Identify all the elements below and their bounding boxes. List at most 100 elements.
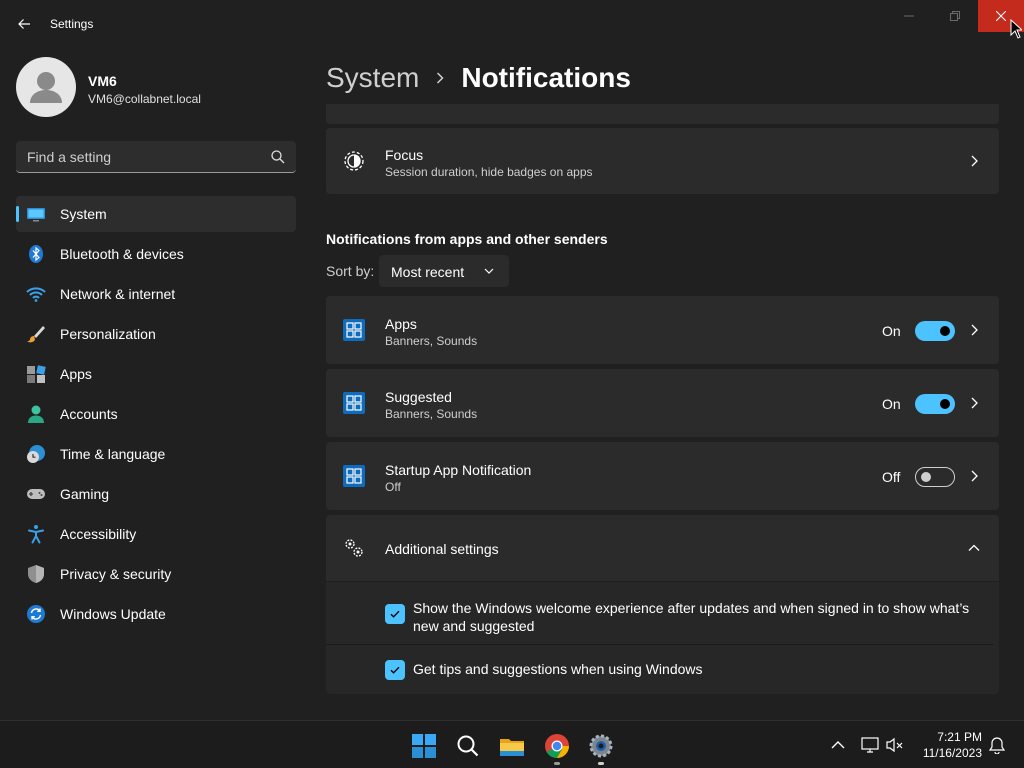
sidebar-item-label: Apps (60, 366, 92, 382)
focus-icon (344, 151, 364, 171)
sort-by-dropdown[interactable]: Most recent (379, 255, 509, 287)
sender-row-apps[interactable]: Apps Banners, Sounds On (326, 296, 999, 364)
sidebar-item-system[interactable]: System (16, 196, 296, 232)
running-indicator (554, 762, 560, 765)
person-avatar-icon (30, 72, 62, 103)
taskbar: 7:21 PM 11/16/2023 (0, 720, 1024, 768)
network-icon[interactable] (861, 736, 879, 754)
search-icon[interactable] (455, 733, 481, 759)
sidebar-item-privacy[interactable]: Privacy & security (16, 556, 296, 592)
user-email: VM6@collabnet.local (88, 92, 201, 106)
toggle-state-label: Off (882, 469, 901, 485)
focus-card[interactable]: Focus Session duration, hide badges on a… (326, 128, 999, 194)
suggested-toggle[interactable] (915, 394, 955, 414)
app-tile-icon (343, 392, 365, 414)
sidebar-item-accessibility[interactable]: Accessibility (16, 516, 296, 552)
welcome-experience-checkbox[interactable] (385, 604, 405, 624)
checkmark-icon (390, 666, 400, 674)
notification-bell-icon[interactable] (988, 736, 1006, 754)
welcome-experience-label: Show the Windows welcome experience afte… (413, 600, 970, 634)
toggle-knob (921, 472, 931, 482)
avatar[interactable] (16, 57, 76, 117)
sidebar-item-accounts[interactable]: Accounts (16, 396, 296, 432)
sidebar-item-label: Windows Update (60, 606, 166, 622)
globe-clock-icon (27, 445, 45, 463)
sidebar-item-label: Network & internet (60, 286, 176, 302)
search-box[interactable] (16, 141, 296, 173)
chrome-icon[interactable] (544, 733, 570, 759)
sidebar-item-personalization[interactable]: Personalization (16, 316, 296, 352)
volume-muted-icon[interactable] (886, 736, 904, 754)
search-input[interactable] (16, 141, 266, 172)
page-title: Notifications (461, 62, 631, 93)
brush-icon (27, 326, 45, 343)
chevron-right-icon (437, 72, 444, 84)
breadcrumb: System Notifications (326, 58, 631, 98)
system-icon (27, 208, 45, 222)
chevron-right-icon (971, 155, 978, 167)
tips-suggestions-checkbox[interactable] (385, 660, 405, 680)
user-name: VM6 (88, 73, 117, 89)
toggle-knob (940, 326, 950, 336)
running-indicator (598, 762, 604, 765)
sidebar-item-network[interactable]: Network & internet (16, 276, 296, 312)
sort-by-value: Most recent (391, 264, 465, 280)
sender-title: Suggested (385, 389, 452, 405)
gamepad-icon (27, 489, 45, 499)
toggle-knob (940, 399, 950, 409)
sender-subtitle: Banners, Sounds (385, 407, 478, 421)
settings-icon[interactable] (588, 733, 614, 759)
back-button[interactable] (10, 10, 38, 38)
sidebar-item-gaming[interactable]: Gaming (16, 476, 296, 512)
app-tile-icon (343, 319, 365, 341)
selection-indicator (16, 206, 19, 222)
app-tile-icon (343, 465, 365, 487)
chevron-down-icon (484, 268, 494, 274)
start-icon[interactable] (411, 733, 437, 759)
sender-title: Startup App Notification (385, 462, 532, 478)
update-icon (27, 605, 45, 623)
file-explorer-icon[interactable] (499, 733, 525, 759)
apps-toggle[interactable] (915, 321, 955, 341)
sort-by-label: Sort by: (326, 263, 375, 279)
chevron-right-icon (971, 324, 978, 336)
startup-app-toggle[interactable] (915, 467, 955, 487)
sidebar-item-label: Time & language (60, 446, 166, 462)
person-icon (28, 405, 44, 423)
bluetooth-icon (29, 245, 43, 263)
sidebar-item-label: Accessibility (60, 526, 137, 542)
sidebar-item-label: Bluetooth & devices (60, 246, 184, 262)
minimize-button[interactable] (886, 0, 932, 32)
sidebar-item-time-language[interactable]: Time & language (16, 436, 296, 472)
toggle-state-label: On (882, 323, 901, 339)
wifi-icon (26, 287, 46, 302)
sender-row-startup-app[interactable]: Startup App Notification Off Off (326, 442, 999, 510)
sidebar-item-windows-update[interactable]: Windows Update (16, 596, 296, 632)
minimize-icon (904, 15, 914, 17)
gears-icon (345, 539, 363, 557)
chevron-up-icon[interactable] (830, 737, 846, 753)
focus-title: Focus (385, 147, 424, 163)
back-arrow-icon (18, 19, 30, 29)
taskbar-date[interactable]: 11/16/2023 (912, 746, 982, 760)
sidebar-item-apps[interactable]: Apps (16, 356, 296, 392)
app-title: Settings (50, 17, 94, 31)
taskbar-time[interactable]: 7:21 PM (912, 730, 982, 744)
sidebar-item-bluetooth[interactable]: Bluetooth & devices (16, 236, 296, 272)
sidebar-item-label: Gaming (60, 486, 110, 502)
sidebar-item-label: Accounts (60, 406, 118, 422)
additional-settings-header[interactable]: Additional settings (326, 515, 999, 581)
focus-subtitle: Session duration, hide badges on apps (385, 165, 593, 179)
additional-settings-body: Show the Windows welcome experience afte… (326, 582, 999, 694)
breadcrumb-parent[interactable]: System (326, 62, 419, 94)
sender-subtitle: Banners, Sounds (385, 334, 478, 348)
chevron-right-icon (971, 397, 978, 409)
close-icon (996, 11, 1006, 21)
chevron-right-icon (971, 470, 978, 482)
scrolled-card (326, 104, 999, 124)
toggle-state-label: On (882, 396, 901, 412)
title-bar: Settings (0, 0, 1024, 48)
maximize-button[interactable] (932, 0, 978, 32)
sender-subtitle: Off (385, 480, 401, 494)
sender-row-suggested[interactable]: Suggested Banners, Sounds On (326, 369, 999, 437)
